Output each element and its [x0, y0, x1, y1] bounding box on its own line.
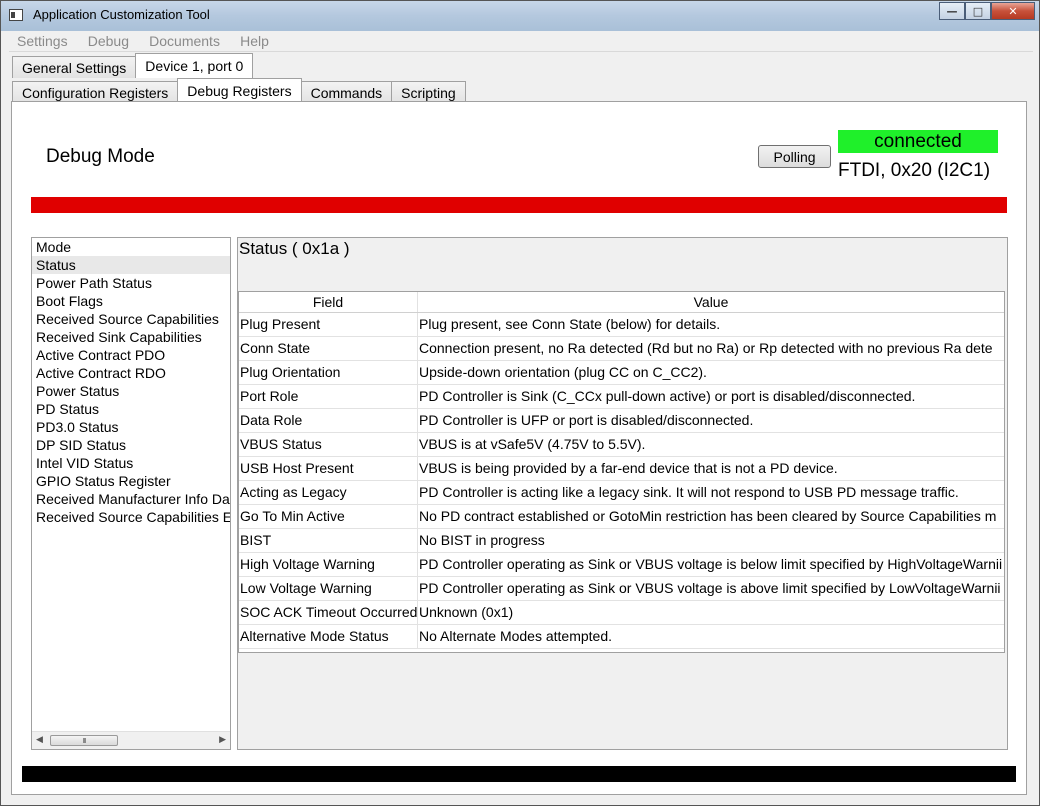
table-row[interactable]: Low Voltage Warning PD Controller operati… — [239, 577, 1004, 601]
table-row[interactable]: Port Role PD Controller is Sink (C_CCx pu… — [239, 385, 1004, 409]
value-cell: PD Controller is UFP or port is disabled… — [419, 412, 754, 428]
register-list-item[interactable]: Received Source Capabilities — [32, 310, 230, 328]
field-cell: Port Role — [239, 385, 418, 408]
app-window: Application Customization Tool — □ ✕ Set… — [0, 0, 1040, 806]
column-header-field[interactable]: Field — [239, 292, 418, 312]
tab-scripting[interactable]: Scripting — [391, 81, 466, 103]
scroll-thumb[interactable]: III — [50, 735, 118, 746]
value-cell: No PD contract established or GotoMin re… — [419, 508, 997, 524]
value-cell: No Alternate Modes attempted. — [419, 628, 612, 644]
tab-commands[interactable]: Commands — [300, 81, 393, 103]
value-cell: PD Controller operating as Sink or VBUS … — [419, 556, 1003, 572]
table-row[interactable]: Plug Present Plug present, see Conn State… — [239, 313, 1004, 337]
menu-help[interactable]: Help — [232, 31, 277, 49]
page-title: Debug Mode — [46, 146, 155, 167]
field-cell: Low Voltage Warning — [239, 577, 418, 600]
register-list-item[interactable]: Active Contract PDO — [32, 346, 230, 364]
value-cell: VBUS is being provided by a far-end devi… — [419, 460, 838, 476]
table-row[interactable]: Acting as Legacy PD Controller is acting … — [239, 481, 1004, 505]
field-cell: Data Role — [239, 409, 418, 432]
field-cell: Alternative Mode Status — [239, 625, 418, 648]
sub-tab-strip: Configuration Registers Debug Registers … — [12, 78, 466, 103]
menu-settings[interactable]: Settings — [9, 31, 76, 49]
table-row[interactable]: Go To Min Active No PD contract establish… — [239, 505, 1004, 529]
register-list-item[interactable]: Active Contract RDO — [32, 364, 230, 382]
app-window-icon — [9, 9, 23, 21]
register-list-item[interactable]: PD3.0 Status — [32, 418, 230, 436]
field-cell: Acting as Legacy — [239, 481, 418, 504]
horizontal-scrollbar[interactable]: ◀ III ▶ — [32, 731, 230, 749]
register-list-items: Mode Status Power Path Status Boot Flags Rec… — [32, 238, 230, 526]
maximize-button[interactable]: □ — [965, 2, 991, 20]
field-cell: SOC ACK Timeout Occurred — [239, 601, 418, 624]
table-row[interactable]: Data Role PD Controller is UFP or port is… — [239, 409, 1004, 433]
field-cell: VBUS Status — [239, 433, 418, 456]
status-bar — [31, 197, 1007, 213]
value-cell: No BIST in progress — [419, 532, 545, 548]
value-cell: PD Controller is acting like a legacy si… — [419, 484, 959, 500]
register-list-item[interactable]: Received Manufacturer Info Da — [32, 490, 230, 508]
connection-status-badge: connected — [838, 130, 998, 153]
table-row[interactable]: SOC ACK Timeout Occurred Unknown (0x1) — [239, 601, 1004, 625]
field-cell: Plug Orientation — [239, 361, 418, 384]
bottom-status-bar — [22, 766, 1016, 782]
field-cell: Plug Present — [239, 313, 418, 336]
table-row[interactable]: Conn State Connection present, no Ra dete… — [239, 337, 1004, 361]
window-title: Application Customization Tool — [33, 7, 210, 22]
table-row[interactable]: Plug Orientation Upside-down orientation … — [239, 361, 1004, 385]
register-list-item[interactable]: Power Status — [32, 382, 230, 400]
value-cell: Plug present, see Conn State (below) for… — [419, 316, 721, 332]
value-cell: VBUS is at vSafe5V (4.75V to 5.5V). — [419, 436, 646, 452]
table-header: Field Value — [239, 292, 1004, 313]
register-list-item[interactable]: Received Source Capabilities E — [32, 508, 230, 526]
value-cell: Connection present, no Ra detected (Rd b… — [419, 340, 993, 356]
field-cell: High Voltage Warning — [239, 553, 418, 576]
field-cell: BIST — [239, 529, 418, 552]
register-list-item[interactable]: Status — [32, 256, 230, 274]
window-controls: — □ ✕ — [939, 2, 1035, 20]
field-cell: USB Host Present — [239, 457, 418, 480]
scroll-right-icon[interactable]: ▶ — [219, 735, 226, 745]
tab-debug-registers[interactable]: Debug Registers — [177, 78, 302, 103]
register-list: Mode Status Power Path Status Boot Flags Rec… — [31, 237, 231, 750]
register-list-item[interactable]: GPIO Status Register — [32, 472, 230, 490]
top-tab-strip: General Settings Device 1, port 0 — [12, 53, 254, 78]
register-list-item[interactable]: Boot Flags — [32, 292, 230, 310]
value-cell: PD Controller is Sink (C_CCx pull-down a… — [419, 388, 916, 404]
minimize-button[interactable]: — — [939, 2, 965, 20]
register-fields-table: Field Value Plug Present Plug present, se… — [238, 291, 1005, 653]
field-cell: Go To Min Active — [239, 505, 418, 528]
table-row[interactable]: High Voltage Warning PD Controller operat… — [239, 553, 1004, 577]
value-cell: Unknown (0x1) — [419, 604, 514, 620]
table-body: Plug Present Plug present, see Conn State… — [239, 313, 1004, 649]
register-title: Status ( 0x1a ) — [239, 239, 350, 258]
register-detail-pane: Status ( 0x1a ) Field Value Plug Present… — [237, 237, 1008, 750]
table-row[interactable]: USB Host Present VBUS is being provided b… — [239, 457, 1004, 481]
menu-debug[interactable]: Debug — [80, 31, 137, 49]
tab-general-settings[interactable]: General Settings — [12, 56, 137, 78]
column-header-value[interactable]: Value — [418, 292, 1004, 312]
polling-button[interactable]: Polling — [758, 145, 831, 168]
connection-info: FTDI, 0x20 (I2C1) — [838, 160, 991, 181]
close-button[interactable]: ✕ — [991, 2, 1035, 20]
table-row[interactable]: Alternative Mode Status No Alternate Mode… — [239, 625, 1004, 649]
tab-configuration-registers[interactable]: Configuration Registers — [12, 81, 179, 103]
register-list-item[interactable]: Received Sink Capabilities — [32, 328, 230, 346]
title-bar[interactable]: Application Customization Tool — □ ✕ — [1, 1, 1039, 31]
table-row[interactable]: VBUS Status VBUS is at vSafe5V (4.75V to … — [239, 433, 1004, 457]
register-list-item[interactable]: PD Status — [32, 400, 230, 418]
table-row[interactable]: BIST No BIST in progress — [239, 529, 1004, 553]
register-list-item[interactable]: Power Path Status — [32, 274, 230, 292]
tab-device-1-port-0[interactable]: Device 1, port 0 — [135, 53, 254, 78]
register-list-item[interactable]: Intel VID Status — [32, 454, 230, 472]
debug-registers-panel: Debug Mode Polling connected FTDI, 0x20 … — [11, 101, 1027, 795]
register-list-item[interactable]: Mode — [32, 238, 230, 256]
register-list-item[interactable]: DP SID Status — [32, 436, 230, 454]
menu-documents[interactable]: Documents — [141, 31, 228, 49]
value-cell: Upside-down orientation (plug CC on C_CC… — [419, 364, 707, 380]
field-cell: Conn State — [239, 337, 418, 360]
scroll-left-icon[interactable]: ◀ — [36, 735, 43, 745]
menu-bar: Settings Debug Documents Help — [9, 31, 1033, 52]
value-cell: PD Controller operating as Sink or VBUS … — [419, 580, 1001, 596]
